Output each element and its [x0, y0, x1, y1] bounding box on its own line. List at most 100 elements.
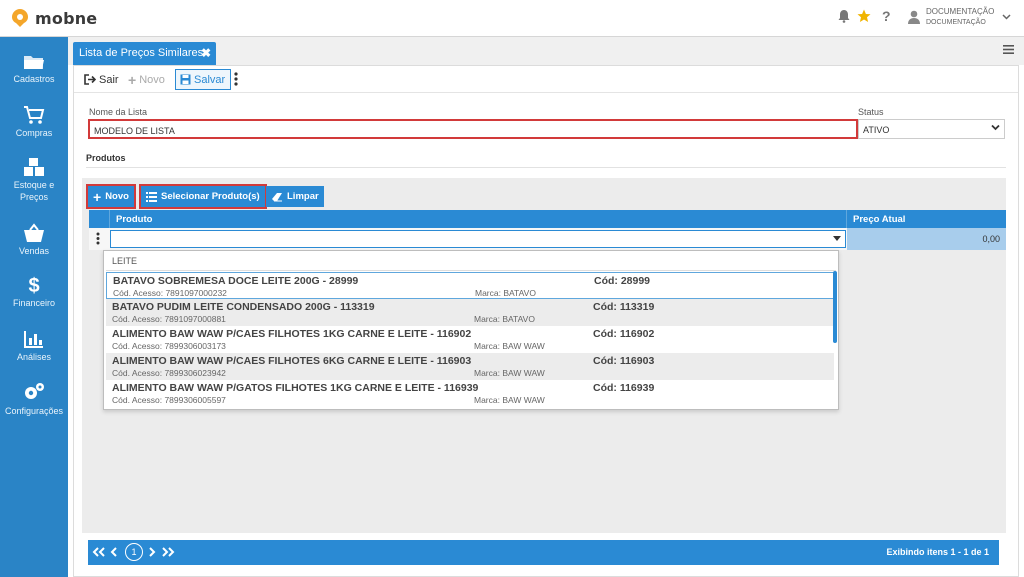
divider	[109, 210, 110, 228]
gears-icon	[25, 383, 44, 399]
product-code: Cód: 28999	[594, 275, 651, 287]
hamburger-menu-icon[interactable]	[1003, 45, 1014, 54]
list-item[interactable]: ALIMENTO BAW WAW P/CAES FILHOTES 6KG CAR…	[106, 353, 834, 380]
pagination-info: Exibindo itens 1 - 1 de 1	[886, 547, 989, 557]
user-menu[interactable]: DOCUMENTAÇÃO DOCUMENTAÇÃO	[908, 6, 1011, 28]
chevron-down-icon	[1002, 14, 1011, 20]
product-name: ALIMENTO BAW WAW P/GATOS FILHOTES 1KG CA…	[112, 382, 479, 394]
boxes-icon	[24, 158, 44, 176]
caret-down-icon	[833, 236, 841, 241]
add-product-label: Novo	[105, 191, 129, 202]
next-page-icon[interactable]	[148, 547, 156, 557]
sidebar-item-cadastros[interactable]: Cadastros	[0, 53, 68, 85]
tab-lista-precos-similares[interactable]: Lista de Preços Similares ✖	[73, 42, 216, 65]
list-icon	[146, 191, 157, 202]
product-access-code: Cód. Acesso: 7891097000232	[113, 288, 227, 298]
close-icon[interactable]: ✖	[201, 46, 211, 60]
save-button[interactable]: Salvar	[175, 69, 231, 90]
list-item[interactable]: BATAVO PUDIM LEITE CONDENSADO 200G - 113…	[106, 299, 834, 326]
floppy-icon	[180, 74, 191, 85]
sidebar-item-compras[interactable]: Compras	[0, 105, 68, 139]
logo[interactable]: mobne	[10, 8, 97, 28]
sidebar-item-estoque[interactable]: Estoque e Preços	[0, 157, 68, 203]
product-brand: Marca: BATAVO	[475, 288, 536, 298]
user-icon	[908, 10, 920, 24]
list-item[interactable]: ALIMENTO BAW WAW P/CAES FILHOTES 1KG CAR…	[106, 326, 834, 353]
user-company: DOCUMENTAÇÃO	[926, 19, 986, 26]
divider	[86, 167, 1006, 168]
top-bar: mobne ? DOCUMENTAÇÃO DOCUMENTAÇÃO	[0, 0, 1024, 37]
toolbar: Sair + Novo Salvar	[74, 66, 1018, 93]
products-grid-header: Produto Preço Atual	[89, 210, 1006, 228]
star-icon[interactable]	[857, 9, 871, 23]
sidebar-item-label: Configurações	[4, 406, 64, 416]
product-dropdown: LEITE BATAVO SOBREMESA DOCE LEITE 200G -…	[103, 250, 839, 410]
product-code: Cód: 116939	[593, 382, 655, 394]
select-products-button[interactable]: Selecionar Produto(s)	[139, 184, 267, 209]
product-access-code: Cód. Acesso: 7899306005597	[112, 395, 226, 405]
dropdown-search-input[interactable]: LEITE	[106, 251, 836, 271]
product-code: Cód: 116903	[593, 355, 655, 367]
product-brand: Marca: BATAVO	[474, 314, 535, 324]
list-name-input[interactable]: MODELO DE LISTA	[88, 119, 858, 139]
first-page-icon[interactable]	[92, 547, 106, 557]
column-header-product[interactable]: Produto	[116, 214, 152, 225]
pagination-bar: 1 Exibindo itens 1 - 1 de 1	[88, 540, 999, 565]
sidebar-item-label: Vendas	[18, 246, 50, 256]
sidebar-item-vendas[interactable]: Vendas	[0, 223, 68, 257]
product-name: ALIMENTO BAW WAW P/CAES FILHOTES 1KG CAR…	[112, 328, 472, 340]
help-icon[interactable]: ?	[882, 8, 891, 24]
current-page-number[interactable]: 1	[125, 543, 143, 561]
logo-icon	[12, 9, 28, 27]
exit-label: Sair	[99, 73, 119, 86]
basket-icon	[24, 223, 44, 242]
current-price-cell: 0,00	[847, 228, 1006, 250]
products-section-title: Produtos	[86, 153, 126, 163]
sidebar-item-label: Estoque e	[13, 180, 55, 190]
plus-icon: +	[93, 188, 102, 205]
bell-icon[interactable]	[838, 9, 850, 23]
product-access-code: Cód. Acesso: 7891097000881	[112, 314, 226, 324]
product-select[interactable]	[110, 230, 846, 248]
clear-button[interactable]: Limpar	[266, 186, 324, 207]
sign-out-icon	[84, 74, 96, 85]
brand-name: mobne	[35, 8, 98, 28]
sidebar-item-label-2: Preços	[19, 192, 48, 202]
status-label: Status	[858, 107, 884, 117]
product-brand: Marca: BAW WAW	[474, 341, 545, 351]
dollar-icon: $	[28, 275, 40, 297]
sidebar-item-analises[interactable]: Análises	[0, 329, 68, 363]
product-name: BATAVO SOBREMESA DOCE LEITE 200G - 28999	[113, 275, 359, 287]
product-code: Cód: 116902	[593, 328, 655, 340]
cart-icon	[24, 106, 45, 124]
status-select[interactable]: ATIVO	[858, 119, 1005, 139]
product-name: BATAVO PUDIM LEITE CONDENSADO 200G - 113…	[112, 301, 375, 313]
sidebar-item-label: Análises	[16, 352, 52, 362]
divider	[846, 210, 847, 228]
tab-title: Lista de Preços Similares	[79, 47, 204, 59]
tab-strip: Lista de Preços Similares ✖	[68, 37, 1024, 65]
previous-page-icon[interactable]	[110, 547, 118, 557]
plus-icon: +	[128, 71, 137, 88]
product-brand: Marca: BAW WAW	[474, 395, 545, 405]
product-access-code: Cód. Acesso: 7899306023942	[112, 368, 226, 378]
list-item[interactable]: ALIMENTO BAW WAW P/GATOS FILHOTES 1KG CA…	[106, 380, 834, 407]
more-options-icon[interactable]	[234, 72, 238, 86]
sidebar-item-financeiro[interactable]: $ Financeiro	[0, 275, 68, 309]
bar-chart-icon	[24, 331, 43, 348]
list-name-label: Nome da Lista	[89, 107, 148, 117]
product-brand: Marca: BAW WAW	[474, 368, 545, 378]
dropdown-scrollbar[interactable]	[833, 271, 837, 343]
list-item[interactable]: BATAVO SOBREMESA DOCE LEITE 200G - 28999…	[106, 272, 834, 299]
sidebar-item-configuracoes[interactable]: Configurações	[0, 381, 68, 417]
status-value: ATIVO	[863, 125, 890, 135]
add-product-button[interactable]: + Novo	[86, 184, 136, 209]
new-button[interactable]: + Novo	[128, 69, 165, 90]
last-page-icon[interactable]	[161, 547, 175, 557]
exit-button[interactable]: Sair	[84, 69, 119, 90]
product-code: Cód: 113319	[593, 301, 655, 313]
user-name: DOCUMENTAÇÃO	[926, 7, 995, 16]
row-options-icon[interactable]	[96, 232, 100, 245]
column-header-price[interactable]: Preço Atual	[853, 214, 905, 225]
eraser-icon	[272, 192, 282, 201]
